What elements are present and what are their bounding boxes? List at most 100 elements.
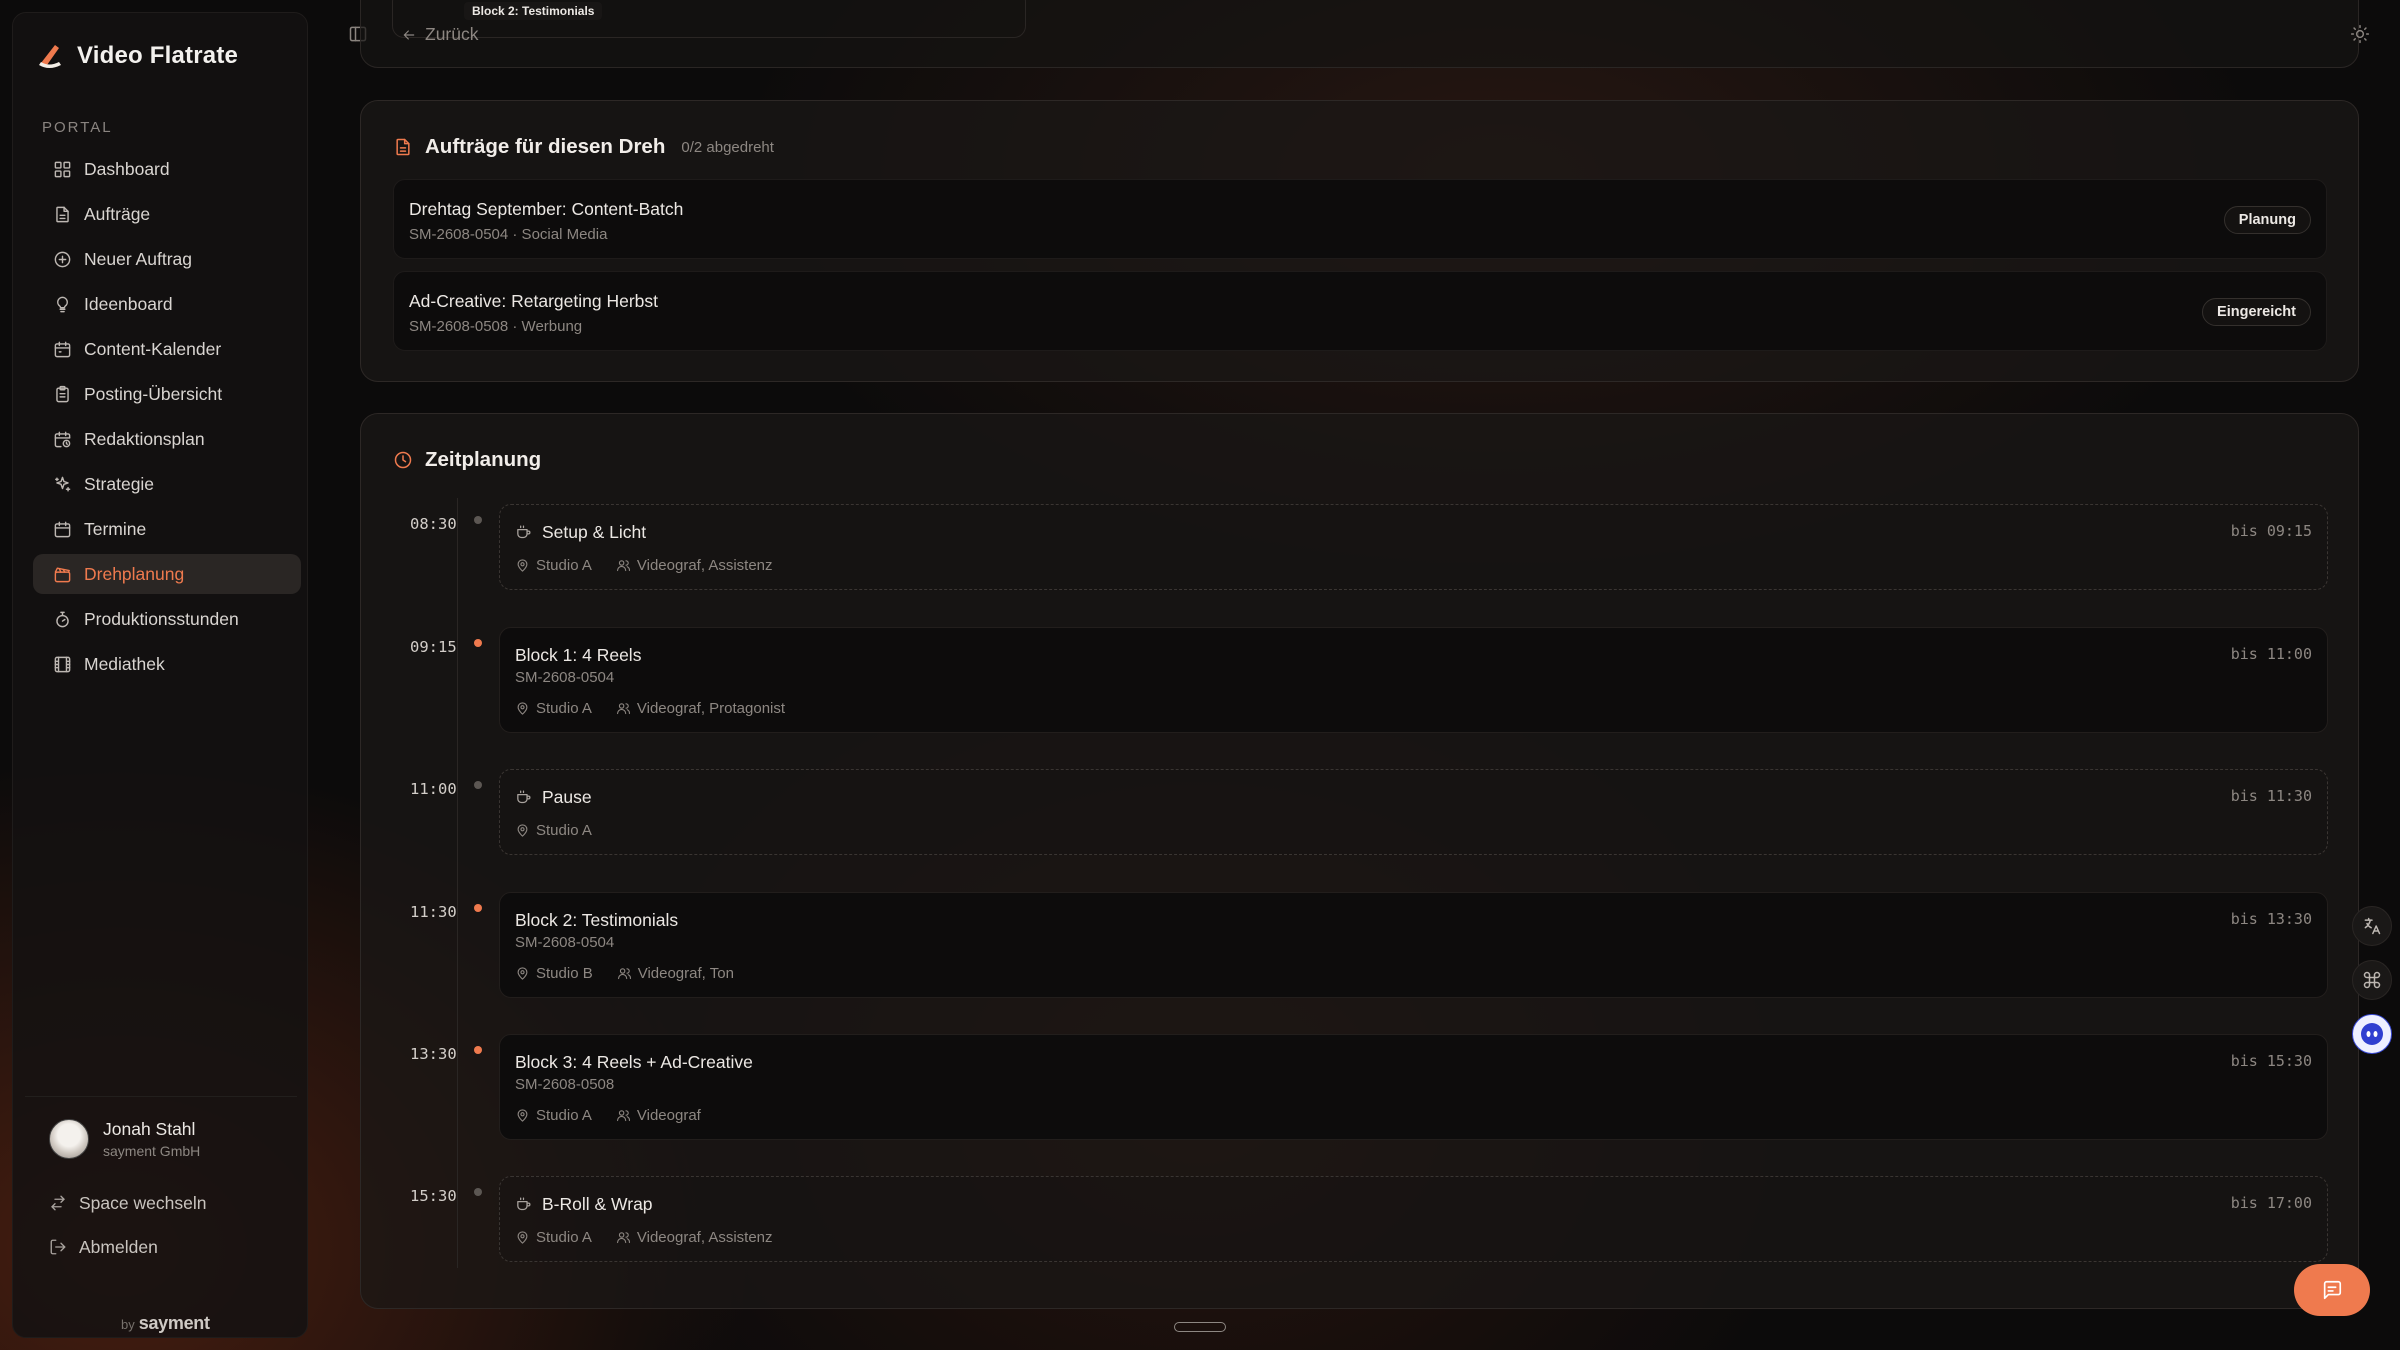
slot-title: Pause <box>515 787 592 808</box>
scroll-handle[interactable] <box>1174 1322 1226 1332</box>
logout-icon <box>50 1239 66 1255</box>
logout-button[interactable]: Abmelden <box>25 1225 297 1269</box>
sidebar-item-produktionsstunden[interactable]: Produktionsstunden <box>33 599 301 639</box>
schedule-slot[interactable]: Block 3: 4 Reels + Ad-Creative SM-2608-0… <box>499 1034 2328 1140</box>
schedule-slot[interactable]: Block 1: 4 Reels SM-2608-0504 Studio A V… <box>499 627 2328 733</box>
back-button[interactable]: Zurück <box>401 24 478 45</box>
slot-location: Studio B <box>536 965 593 982</box>
slot-until: bis 09:15 <box>2230 522 2312 540</box>
map-pin-icon <box>517 559 528 572</box>
assistant-bot-button[interactable] <box>2352 1014 2392 1054</box>
sidebar-item-redaktionsplan[interactable]: Redaktionsplan <box>33 419 301 459</box>
by-brand: sayment <box>138 1313 210 1333</box>
slot-meta: Studio A <box>515 822 592 839</box>
slot-time: 11:30 <box>410 903 457 921</box>
slot-until: bis 11:30 <box>2230 787 2312 805</box>
order-row[interactable]: Ad-Creative: Retargeting Herbst SM-2608-… <box>393 271 2327 351</box>
sidebar-item-label: Termine <box>84 518 147 539</box>
slot-title-label: Pause <box>542 787 592 807</box>
sidebar-item-strategie[interactable]: Strategie <box>33 464 301 504</box>
sidebar-item-drehplanung[interactable]: Drehplanung <box>33 554 301 594</box>
back-label: Zurück <box>425 24 479 44</box>
sidebar-item-posting-uebersicht[interactable]: Posting-Übersicht <box>33 374 301 414</box>
arrows-switch-icon <box>51 1195 65 1211</box>
map-pin-icon <box>517 1231 528 1244</box>
order-row[interactable]: Drehtag September: Content-Batch SM-2608… <box>393 179 2327 259</box>
status-badge: Eingereicht <box>2202 298 2311 326</box>
sidebar-item-content-kalender[interactable]: Content-Kalender <box>33 329 301 369</box>
sidebar-item-label: Drehplanung <box>84 563 185 584</box>
slot-time: 09:15 <box>410 638 457 656</box>
switch-space-button[interactable]: Space wechseln <box>25 1181 297 1225</box>
slot-meta: Studio A Videograf, Protagonist <box>515 700 785 717</box>
map-pin-icon <box>517 1109 528 1122</box>
slot-location: Studio A <box>536 1229 592 1246</box>
slot-title: Block 2: Testimonials <box>515 910 678 931</box>
slot-until: bis 17:00 <box>2230 1194 2312 1212</box>
sun-icon <box>2350 24 2370 44</box>
schedule-slot[interactable]: Block 2: Testimonials SM-2608-0504 Studi… <box>499 892 2328 998</box>
sidebar-item-label: Redaktionsplan <box>84 428 205 449</box>
message-square-icon <box>2323 1280 2342 1300</box>
user-name: Jonah Stahl <box>103 1119 196 1139</box>
slot-title-label: B-Roll & Wrap <box>542 1194 653 1214</box>
timeline-dot <box>474 639 482 647</box>
avatar <box>49 1119 89 1159</box>
slot-meta: Studio B Videograf, Ton <box>515 965 734 982</box>
slot-title-label: Setup & Licht <box>542 522 647 542</box>
slot-title-label: Block 1: 4 Reels <box>515 645 642 665</box>
orders-card-header: Aufträge für diesen Dreh 0/2 abgedreht <box>393 135 774 159</box>
sidebar-item-termine[interactable]: Termine <box>33 509 301 549</box>
theme-toggle-button[interactable] <box>2350 24 2370 44</box>
slot-time: 08:30 <box>410 515 457 533</box>
section-label: PORTAL <box>42 119 113 136</box>
slot-until: bis 13:30 <box>2230 910 2312 928</box>
slot-location: Studio A <box>536 557 592 574</box>
command-button[interactable] <box>2352 960 2392 1000</box>
timeline-line <box>457 498 458 1268</box>
slot-code: SM-2608-0504 <box>515 934 615 951</box>
timeline-dot <box>474 1188 482 1196</box>
slot-time: 15:30 <box>410 1187 457 1205</box>
sidebar-item-auftraege[interactable]: Aufträge <box>33 194 301 234</box>
logo-icon <box>39 45 61 68</box>
schedule-slot[interactable]: Setup & Licht Studio A Videograf, Assist… <box>499 504 2328 590</box>
order-meta: SM-2608-0508 · Werbung <box>409 318 583 335</box>
file-icon <box>56 206 69 222</box>
sidebar-item-neuer-auftrag[interactable]: Neuer Auftrag <box>33 239 301 279</box>
map-pin-icon <box>517 824 528 837</box>
sparkles-icon <box>55 476 71 492</box>
slot-crew: Videograf, Ton <box>637 965 734 982</box>
timer-icon <box>56 611 69 627</box>
map-pin-icon <box>517 967 528 980</box>
sidebar-item-ideenboard[interactable]: Ideenboard <box>33 284 301 324</box>
users-icon <box>617 968 631 980</box>
calendar-icon <box>54 521 71 537</box>
command-icon <box>2363 971 2381 989</box>
slot-time: 13:30 <box>410 1045 457 1063</box>
user-profile[interactable]: Jonah Stahl sayment GmbH <box>25 1119 297 1159</box>
film-icon <box>54 656 71 672</box>
sidebar-item-dashboard[interactable]: Dashboard <box>33 149 301 189</box>
schedule-slot[interactable]: B-Roll & Wrap Studio A Videograf, Assist… <box>499 1176 2328 1262</box>
slot-title: Setup & Licht <box>515 522 646 543</box>
bot-icon <box>2361 1023 2383 1045</box>
sidebar-item-mediathek[interactable]: Mediathek <box>33 644 301 684</box>
order-meta: SM-2608-0504 · Social Media <box>409 226 608 243</box>
footer-brand: by sayment <box>121 1313 210 1334</box>
slot-crew: Videograf, Assistenz <box>636 1229 773 1246</box>
schedule-slot[interactable]: Pause Studio A bis 11:30 <box>499 769 2328 855</box>
sidebar-item-label: Neuer Auftrag <box>84 248 192 269</box>
sidebar-item-label: Dashboard <box>84 158 170 179</box>
brand[interactable]: Video Flatrate <box>35 41 238 71</box>
sidebar-item-label: Posting-Übersicht <box>84 383 223 404</box>
orders-progress: 0/2 abgedreht <box>681 138 774 156</box>
translate-button[interactable] <box>2352 906 2392 946</box>
by-label: by <box>121 1317 135 1332</box>
lightbulb-icon <box>57 296 68 312</box>
sidebar: Video Flatrate PORTAL Dashboard Aufträge… <box>12 12 308 1338</box>
sidebar-item-label: Strategie <box>84 473 155 494</box>
chat-feedback-button[interactable] <box>2294 1264 2370 1316</box>
slot-crew: Videograf, Protagonist <box>636 700 786 717</box>
timeline-dot <box>474 781 482 789</box>
